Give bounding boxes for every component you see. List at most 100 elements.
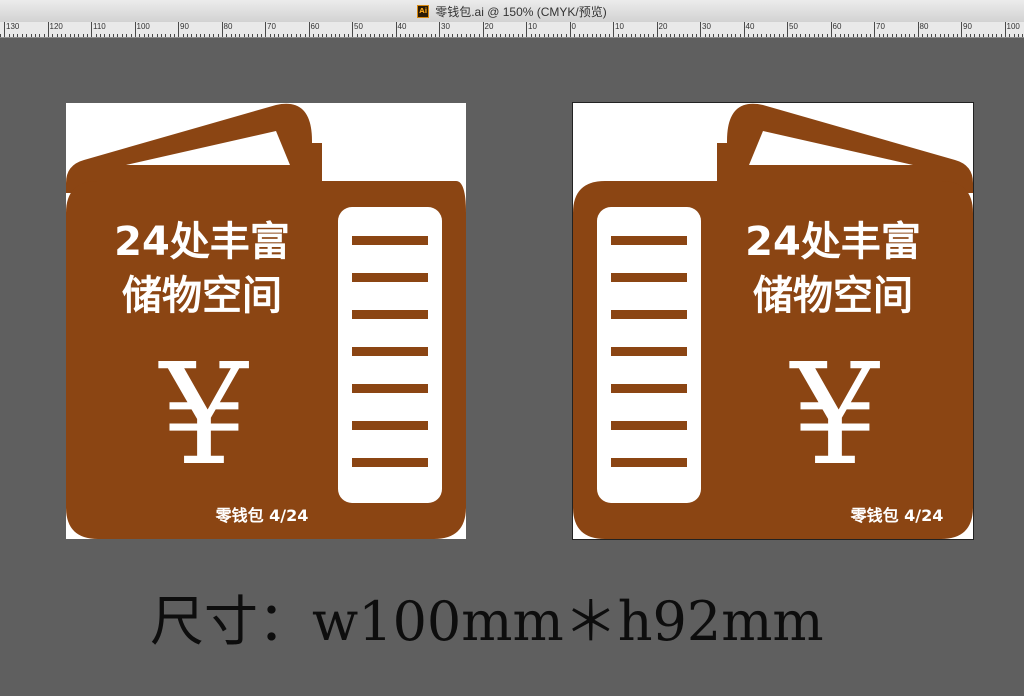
ruler-tick bbox=[530, 34, 532, 37]
ruler-tick bbox=[509, 34, 510, 37]
size-caption: 尺寸：w100mm＊h92mm bbox=[150, 590, 824, 653]
ruler-tick bbox=[922, 34, 924, 37]
ruler-tick bbox=[809, 34, 811, 37]
ruler-tick bbox=[609, 34, 610, 37]
ruler-tick bbox=[870, 34, 871, 37]
ruler-label: 70 bbox=[876, 22, 885, 31]
ruler-tick bbox=[535, 34, 537, 37]
ruler-tick bbox=[243, 34, 245, 37]
ruler-tick bbox=[95, 34, 97, 37]
ruler-tick bbox=[783, 34, 784, 37]
card-stripe bbox=[611, 310, 687, 319]
ruler-tick bbox=[639, 34, 641, 37]
ruler-tick bbox=[317, 34, 319, 37]
ruler-tick bbox=[335, 34, 336, 37]
ruler-tick bbox=[204, 34, 206, 37]
ruler-tick bbox=[983, 34, 985, 37]
ruler-tick bbox=[287, 34, 289, 37]
ruler-tick bbox=[200, 34, 202, 37]
ruler-tick bbox=[417, 34, 419, 37]
ruler-tick bbox=[665, 34, 667, 37]
ruler-major-tick bbox=[1004, 22, 1006, 37]
wallet-graphic-right: 24处丰富 储物空间 ¥ 零钱包 4/24 bbox=[573, 103, 973, 539]
ruler-tick bbox=[278, 34, 280, 37]
ruler-tick bbox=[430, 34, 432, 37]
ruler-tick bbox=[269, 34, 271, 37]
ruler-major-tick bbox=[569, 22, 571, 37]
ruler-tick bbox=[935, 34, 937, 37]
ruler-tick bbox=[687, 34, 689, 37]
ruler-tick bbox=[517, 34, 519, 37]
ruler-major-tick bbox=[613, 22, 614, 37]
horizontal-ruler[interactable]: 130 120 110 100 90 80 70 60 50 40 30 20 10 0 10 20 30 40 5… bbox=[0, 22, 1024, 38]
ruler-tick bbox=[400, 34, 402, 37]
ruler-tick bbox=[165, 34, 167, 37]
ruler-tick bbox=[435, 34, 436, 37]
ruler-tick bbox=[226, 34, 228, 37]
ruler-tick bbox=[217, 34, 219, 37]
ruler-tick bbox=[857, 34, 858, 37]
ruler-tick bbox=[713, 34, 715, 37]
ruler-tick bbox=[761, 34, 763, 37]
ruler-tick bbox=[891, 34, 893, 37]
ruler-tick bbox=[87, 34, 88, 37]
ruler-tick bbox=[987, 34, 989, 37]
ruler-tick bbox=[39, 34, 41, 37]
ruler-tick bbox=[256, 34, 258, 37]
ruler-tick bbox=[796, 34, 798, 37]
ruler-tick bbox=[113, 34, 115, 37]
ruler-tick bbox=[30, 34, 32, 37]
ruler-label: 30 bbox=[441, 22, 450, 31]
ruler-major-tick bbox=[439, 22, 440, 37]
ruler-tick bbox=[126, 34, 128, 37]
ruler-tick bbox=[944, 34, 945, 37]
ruler-major-tick bbox=[743, 22, 745, 37]
ruler-tick bbox=[452, 34, 454, 37]
ruler-tick bbox=[996, 34, 998, 37]
ruler-tick bbox=[65, 34, 67, 37]
ruler-tick bbox=[274, 34, 275, 37]
ruler-tick bbox=[448, 34, 450, 37]
ruler-tick bbox=[948, 34, 950, 37]
ruler-tick bbox=[817, 34, 819, 37]
ruler-tick bbox=[926, 34, 928, 37]
ruler-tick bbox=[295, 34, 297, 37]
ruler-tick bbox=[604, 34, 606, 37]
ruler-tick bbox=[730, 34, 732, 37]
ruler-tick bbox=[147, 34, 149, 37]
ruler-label: 100 bbox=[136, 22, 150, 31]
ruler-tick bbox=[669, 34, 671, 37]
ruler-major-tick bbox=[787, 22, 788, 37]
ruler-label: 0 bbox=[571, 22, 576, 31]
ruler-major-tick bbox=[482, 22, 484, 37]
ruler-tick bbox=[456, 34, 458, 37]
card-stripe bbox=[352, 421, 428, 430]
ruler-tick bbox=[1013, 34, 1015, 37]
ruler-tick bbox=[957, 34, 958, 37]
ruler-tick bbox=[82, 34, 84, 37]
ruler-label: 100 bbox=[1006, 22, 1020, 31]
ruler-tick bbox=[365, 34, 367, 37]
ruler-tick bbox=[978, 34, 980, 37]
wallet-graphic-left: 24处丰富 储物空间 ¥ 零钱包 4/24 bbox=[66, 103, 466, 539]
ruler-tick bbox=[683, 34, 684, 37]
ruler-tick bbox=[778, 34, 780, 37]
ruler-tick bbox=[369, 34, 371, 37]
ruler-tick bbox=[300, 34, 302, 37]
ruler-tick bbox=[426, 34, 428, 37]
ruler-tick bbox=[726, 34, 728, 37]
ruler-major-tick bbox=[830, 22, 832, 37]
ruler-label: 80 bbox=[919, 22, 929, 31]
ruler-label: 40 bbox=[745, 22, 755, 31]
ruler-tick bbox=[461, 34, 463, 37]
ruler-tick bbox=[239, 34, 241, 37]
ruler-tick bbox=[904, 34, 906, 37]
ruler-label: 90 bbox=[963, 22, 972, 31]
ruler-tick bbox=[404, 34, 406, 37]
ruler-tick bbox=[913, 34, 915, 37]
ruler-tick bbox=[900, 34, 902, 37]
ruler-tick bbox=[617, 34, 619, 37]
ruler-tick bbox=[104, 34, 106, 37]
ruler-tick bbox=[843, 34, 845, 37]
ruler-tick bbox=[691, 34, 693, 37]
